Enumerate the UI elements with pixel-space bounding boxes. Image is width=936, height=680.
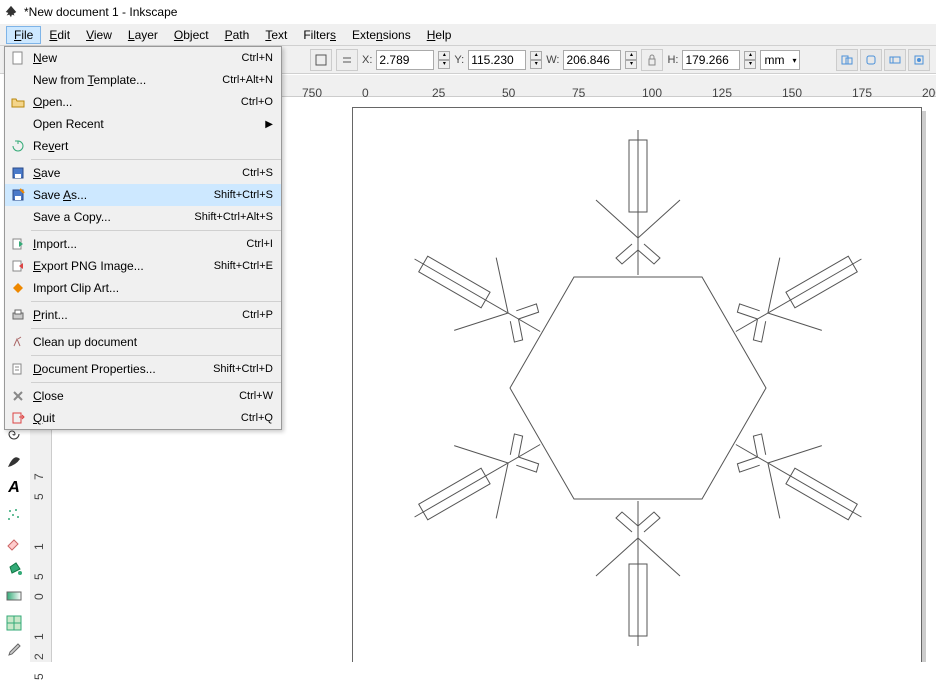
- menu-filters[interactable]: Filters: [295, 26, 344, 44]
- menu-quit[interactable]: QuitCtrl+Q: [5, 407, 281, 429]
- menu-import[interactable]: Import...Ctrl+I: [5, 233, 281, 255]
- menu-layer[interactable]: Layer: [120, 26, 166, 44]
- tool-mesh[interactable]: [2, 611, 26, 635]
- menu-extensions[interactable]: Extensions: [344, 26, 419, 44]
- import-icon: [11, 237, 25, 251]
- print-icon: [11, 308, 25, 322]
- save-icon: [11, 166, 25, 180]
- menu-text[interactable]: Text: [257, 26, 295, 44]
- menu-path[interactable]: Path: [217, 26, 258, 44]
- x-label: X:: [362, 54, 372, 66]
- menu-file[interactable]: File: [6, 26, 41, 44]
- lock-icon: [647, 54, 657, 66]
- toolbar-button-1[interactable]: [310, 49, 332, 71]
- menu-open-recent[interactable]: Open Recent▶: [5, 113, 281, 135]
- menu-save-copy[interactable]: Save a Copy...Shift+Ctrl+Alt+S: [5, 206, 281, 228]
- h-label: H:: [667, 54, 678, 66]
- menu-separator: [31, 328, 281, 329]
- drawing-content: [353, 108, 923, 662]
- menu-view[interactable]: View: [78, 26, 120, 44]
- menu-help[interactable]: Help: [419, 26, 460, 44]
- tool-text[interactable]: A: [2, 476, 26, 500]
- menu-revert[interactable]: Revert: [5, 135, 281, 157]
- export-icon: [11, 259, 25, 273]
- document-page: [352, 107, 922, 662]
- tool-gradient[interactable]: [2, 584, 26, 608]
- x-spinner[interactable]: ▴▾: [438, 51, 450, 69]
- tool-dropper[interactable]: [2, 638, 26, 662]
- w-input[interactable]: 206.846: [563, 50, 621, 70]
- new-file-icon: [11, 51, 25, 65]
- save-as-icon: [11, 188, 25, 202]
- menu-new[interactable]: NewCtrl+N: [5, 47, 281, 69]
- menu-cleanup[interactable]: Clean up document: [5, 331, 281, 353]
- affect-button-1[interactable]: [836, 49, 858, 71]
- properties-icon: [11, 362, 25, 376]
- menu-open[interactable]: Open...Ctrl+O: [5, 91, 281, 113]
- inkscape-logo-icon: [4, 5, 18, 19]
- left-toolbox: A: [0, 420, 30, 664]
- affect-button-2[interactable]: [860, 49, 882, 71]
- tool-paint-bucket[interactable]: [2, 557, 26, 581]
- menu-print[interactable]: Print...Ctrl+P: [5, 304, 281, 326]
- close-icon: [11, 389, 25, 403]
- menu-bar: File Edit View Layer Object Path Text Fi…: [0, 24, 936, 46]
- menu-separator: [31, 159, 281, 160]
- w-label: W:: [546, 54, 559, 66]
- menu-save-as[interactable]: Save As...Shift+Ctrl+S: [5, 184, 281, 206]
- menu-new-template[interactable]: New from Template...Ctrl+Alt+N: [5, 69, 281, 91]
- h-input[interactable]: 179.266: [682, 50, 740, 70]
- menu-separator: [31, 382, 281, 383]
- tool-calligraphy[interactable]: [2, 449, 26, 473]
- toolbar-button-2[interactable]: [336, 49, 358, 71]
- menu-separator: [31, 301, 281, 302]
- tool-spray[interactable]: [2, 503, 26, 527]
- h-spinner[interactable]: ▴▾: [744, 51, 756, 69]
- y-input[interactable]: 115.230: [468, 50, 526, 70]
- affect-button-3[interactable]: [884, 49, 906, 71]
- menu-separator: [31, 230, 281, 231]
- menu-export-png[interactable]: Export PNG Image...Shift+Ctrl+E: [5, 255, 281, 277]
- file-menu-dropdown: NewCtrl+N New from Template...Ctrl+Alt+N…: [4, 46, 282, 430]
- w-spinner[interactable]: ▴▾: [625, 51, 637, 69]
- menu-close[interactable]: CloseCtrl+W: [5, 385, 281, 407]
- unit-select[interactable]: mm▾: [760, 50, 800, 70]
- menu-save[interactable]: SaveCtrl+S: [5, 162, 281, 184]
- y-spinner[interactable]: ▴▾: [530, 51, 542, 69]
- open-folder-icon: [11, 95, 25, 109]
- menu-import-clipart[interactable]: Import Clip Art...: [5, 277, 281, 299]
- lock-aspect-button[interactable]: [641, 49, 663, 71]
- menu-doc-properties[interactable]: Document Properties...Shift+Ctrl+D: [5, 358, 281, 380]
- menu-edit[interactable]: Edit: [41, 26, 78, 44]
- cleanup-icon: [11, 335, 25, 349]
- y-label: Y:: [454, 54, 464, 66]
- affect-button-4[interactable]: [908, 49, 930, 71]
- menu-separator: [31, 355, 281, 356]
- clipart-icon: [11, 281, 25, 295]
- revert-icon: [11, 139, 25, 153]
- window-title: *New document 1 - Inkscape: [24, 5, 177, 19]
- tool-eraser[interactable]: [2, 530, 26, 554]
- title-bar: *New document 1 - Inkscape: [0, 0, 936, 24]
- x-input[interactable]: 2.789: [376, 50, 434, 70]
- menu-object[interactable]: Object: [166, 26, 217, 44]
- quit-icon: [11, 411, 25, 425]
